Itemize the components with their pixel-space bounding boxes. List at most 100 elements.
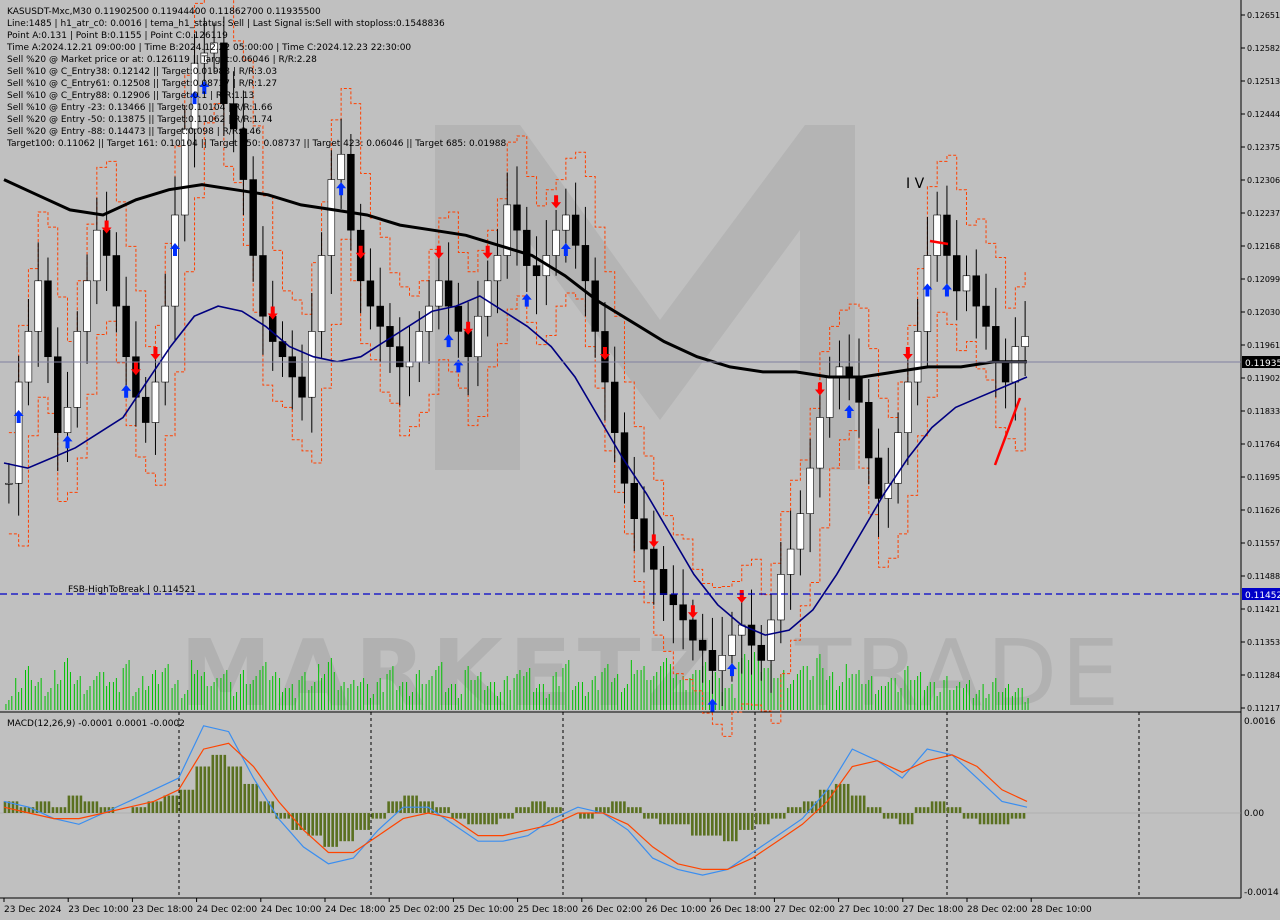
wave-label: I V bbox=[906, 176, 925, 192]
candle-body bbox=[718, 655, 726, 671]
price-tick-label: 0.11764 bbox=[1247, 440, 1280, 449]
candle-body bbox=[366, 280, 375, 307]
candle-body bbox=[571, 214, 580, 246]
candle-body bbox=[552, 229, 560, 256]
price-chart[interactable]: MARKETZ TRADE FSB-HighToBreak | 0.114521… bbox=[0, 0, 1280, 920]
info-line: Sell %10 @ C_Entry61: 0.12508 || Target:… bbox=[7, 79, 277, 89]
candle-body bbox=[972, 275, 980, 307]
candle-body bbox=[63, 407, 72, 433]
price-tick-label: 0.11961 bbox=[1247, 341, 1280, 350]
candle-body bbox=[610, 381, 619, 433]
candle-body bbox=[141, 396, 150, 423]
candle-body bbox=[464, 331, 472, 358]
candle-body bbox=[34, 280, 42, 332]
candle-body bbox=[278, 341, 287, 358]
candle-body bbox=[24, 331, 33, 383]
time-tick-label: 24 Dec 18:00 bbox=[325, 905, 386, 915]
candle-body bbox=[865, 401, 873, 459]
time-tick-label: 23 Dec 2024 bbox=[4, 905, 62, 915]
candle-body bbox=[396, 346, 404, 368]
candle-body bbox=[1001, 361, 1010, 383]
candle-body bbox=[904, 381, 912, 433]
price-tick-label: 0.12306 bbox=[1247, 176, 1280, 185]
candle-body bbox=[698, 639, 707, 651]
candle-body bbox=[405, 361, 414, 368]
candle-body bbox=[161, 305, 169, 383]
fsb-label: FSB-HighToBreak | 0.114521 bbox=[68, 585, 196, 595]
time-axis: 23 Dec 2024 23 Dec 10:00 23 Dec 18:00 24 De… bbox=[3, 898, 1092, 915]
time-tick-label: 25 Dec 02:00 bbox=[389, 905, 450, 915]
candle-body bbox=[73, 331, 82, 408]
price-tick-label: 0.11833 bbox=[1247, 407, 1280, 416]
macd-axis-bottom: -0.0014 bbox=[1244, 888, 1279, 898]
info-line: Sell %10 @ C_Entry88: 0.12906 || Target:… bbox=[7, 91, 254, 101]
candle-body bbox=[513, 204, 521, 231]
macd-axis-zero: 0.00 bbox=[1244, 809, 1264, 819]
time-tick-label: 28 Dec 10:00 bbox=[1031, 905, 1092, 915]
candle-body bbox=[669, 594, 678, 606]
candle-body bbox=[816, 417, 824, 469]
candle-body bbox=[591, 280, 599, 332]
candle-body bbox=[435, 280, 443, 307]
time-tick-label: 27 Dec 10:00 bbox=[839, 905, 900, 915]
info-line: Sell %20 @ Market price or at: 0.126119 … bbox=[7, 55, 317, 65]
price-tick-label: 0.11557 bbox=[1247, 539, 1280, 548]
candle-body bbox=[83, 280, 91, 332]
candle-body bbox=[835, 366, 844, 378]
info-line: Line:1485 | h1_atr_c0: 0.0016 | tema_h1_… bbox=[7, 19, 445, 29]
time-tick-label: 28 Dec 02:00 bbox=[967, 905, 1028, 915]
candle-body bbox=[650, 548, 658, 570]
price-tick-label: 0.12099 bbox=[1247, 275, 1280, 284]
time-tick-label: 27 Dec 02:00 bbox=[774, 905, 835, 915]
price-tick-label: 0.11217 bbox=[1247, 704, 1280, 713]
info-line: Time A:2024.12.21 09:00:00 | Time B:2024… bbox=[6, 43, 411, 53]
candle-body bbox=[874, 457, 883, 499]
candle-body bbox=[317, 255, 326, 332]
trading-chart-window: MARKETZ TRADE FSB-HighToBreak | 0.114521… bbox=[0, 0, 1280, 920]
candle-body bbox=[268, 315, 277, 342]
candle-body bbox=[474, 315, 482, 358]
candle-body bbox=[728, 634, 736, 656]
price-tick-label: 0.12444 bbox=[1247, 110, 1280, 119]
candle-body bbox=[757, 644, 766, 661]
candle-body bbox=[1011, 346, 1020, 383]
candle-body bbox=[102, 229, 111, 256]
macd-axis-top: 0.0016 bbox=[1244, 717, 1276, 727]
candle-body bbox=[337, 153, 345, 180]
candle-body bbox=[288, 356, 296, 378]
price-tick-label: 0.11353 bbox=[1247, 638, 1280, 647]
candle-body bbox=[454, 305, 463, 332]
info-line: Sell %10 @ C_Entry38: 0.12142 || Target:… bbox=[7, 67, 277, 77]
time-tick-label: 23 Dec 18:00 bbox=[132, 905, 193, 915]
time-tick-label: 26 Dec 02:00 bbox=[582, 905, 643, 915]
candle-body bbox=[425, 305, 433, 332]
candle-body bbox=[982, 305, 990, 327]
price-tick-label: 0.11284 bbox=[1247, 671, 1280, 680]
candle-body bbox=[415, 331, 424, 363]
info-line: Target100: 0.11062 || Target 161: 0.1010… bbox=[6, 139, 507, 149]
time-tick-label: 26 Dec 18:00 bbox=[710, 905, 771, 915]
price-tick-label: 0.11421 bbox=[1247, 605, 1280, 614]
time-tick-label: 25 Dec 18:00 bbox=[518, 905, 579, 915]
price-tick-label: 0.11626 bbox=[1247, 506, 1280, 515]
price-tick-label: 0.11488 bbox=[1247, 572, 1280, 581]
candle-body bbox=[679, 604, 687, 621]
watermark-main: MARKETZ bbox=[180, 620, 719, 727]
candle-body bbox=[825, 376, 834, 418]
candle-body bbox=[962, 275, 971, 292]
candle-body bbox=[913, 331, 922, 383]
info-line: Sell %20 @ Entry -50: 0.13875 || Target:… bbox=[7, 115, 273, 125]
candle-body bbox=[298, 376, 306, 398]
candle-body bbox=[708, 650, 717, 671]
candle-body bbox=[933, 214, 941, 256]
time-tick-label: 24 Dec 10:00 bbox=[261, 905, 322, 915]
time-tick-label: 26 Dec 10:00 bbox=[646, 905, 707, 915]
candle-body bbox=[327, 179, 336, 256]
candle-body bbox=[54, 356, 62, 433]
fsb-price-value: 0.11452 bbox=[1245, 591, 1280, 601]
symbol-line: KASUSDT-Mxc,M30 0.11902500 0.11944400 0.… bbox=[7, 7, 321, 17]
candle-body bbox=[122, 305, 130, 358]
candle-body bbox=[806, 467, 814, 514]
candle-body bbox=[308, 331, 316, 398]
info-line: Sell %20 @ Entry -88: 0.14473 || Target:… bbox=[7, 127, 261, 137]
